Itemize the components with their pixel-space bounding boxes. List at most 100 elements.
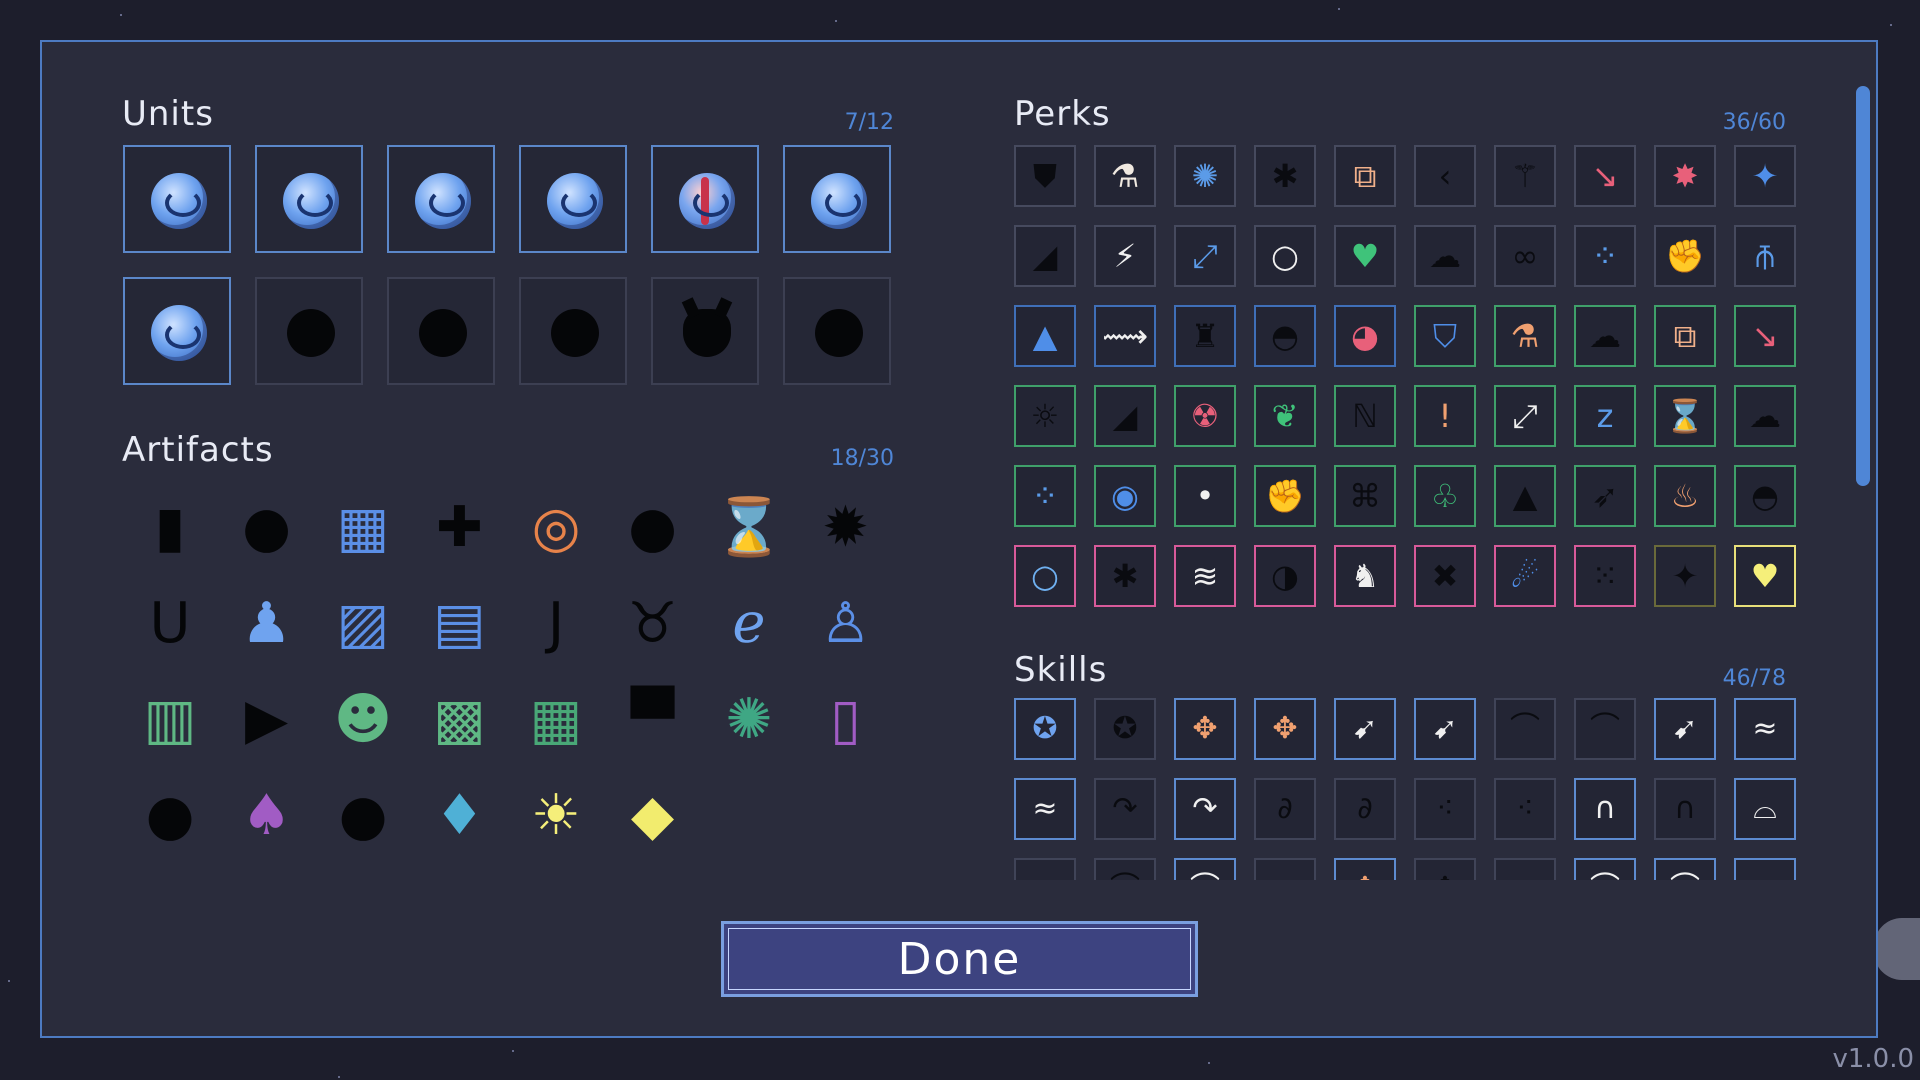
done-button[interactable]: Done [721,921,1198,997]
artifact-slot[interactable]: ♙ [806,584,886,664]
unit-slot[interactable] [519,145,627,253]
perk-slot[interactable]: ⌛ [1654,385,1716,447]
skill-slot[interactable] [1494,858,1556,880]
perk-slot[interactable]: ⛊ [1014,145,1076,207]
artifact-slot[interactable]: ▤ [420,584,500,664]
artifact-slot[interactable]: ⌛ [709,488,789,568]
perk-slot[interactable]: ✱ [1254,145,1316,207]
perk-slot[interactable]: ⤢ [1494,385,1556,447]
perk-slot[interactable]: ✦ [1734,145,1796,207]
perk-slot[interactable]: ⧉ [1334,145,1396,207]
perk-slot[interactable]: ☁ [1414,225,1476,287]
perk-slot[interactable]: ♨ [1654,465,1716,527]
unit-slot[interactable] [123,145,231,253]
perk-slot[interactable]: ♧ [1414,465,1476,527]
unit-slot[interactable] [387,277,495,385]
perk-slot[interactable]: ➶ [1574,465,1636,527]
skill-slot[interactable] [1014,858,1076,880]
perk-slot[interactable]: ↘ [1734,305,1796,367]
skill-slot[interactable]: ✪ [1094,698,1156,760]
unit-slot[interactable] [123,277,231,385]
skill-slot[interactable]: ↷ [1174,778,1236,840]
perk-slot[interactable]: ⤢ [1174,225,1236,287]
perk-slot[interactable]: ✖ [1414,545,1476,607]
perk-slot[interactable]: ◓ [1734,465,1796,527]
perk-slot[interactable]: ♥ [1734,545,1796,607]
skill-slot[interactable]: ⌒ [1174,858,1236,880]
skill-slot[interactable]: ➹ [1654,698,1716,760]
skill-slot[interactable]: ≈ [1734,698,1796,760]
perk-slot[interactable]: ♥ [1334,225,1396,287]
artifact-slot[interactable]: ☀ [516,776,596,856]
perk-slot[interactable]: ❦ [1254,385,1316,447]
skill-slot[interactable]: ⌒ [1574,698,1636,760]
skill-slot[interactable]: ⌒ [1494,698,1556,760]
artifact-slot[interactable]: ▩ [420,680,500,760]
artifact-slot[interactable]: ▦ [516,680,596,760]
perk-slot[interactable]: ✺ [1174,145,1236,207]
perk-slot[interactable]: ◢ [1014,225,1076,287]
perk-slot[interactable]: ○ [1254,225,1316,287]
perk-slot[interactable]: ⫚ [1734,225,1796,287]
unit-slot[interactable] [387,145,495,253]
skill-slot[interactable]: ✥ [1174,698,1236,760]
unit-slot[interactable] [651,277,759,385]
perk-slot[interactable]: ◉ [1094,465,1156,527]
skill-slot[interactable]: ✥ [1414,858,1476,880]
skill-slot[interactable]: ∩ [1574,778,1636,840]
artifact-slot[interactable]: ℯ [709,584,789,664]
perk-slot[interactable]: ▲ [1014,305,1076,367]
artifact-slot[interactable]: ● [227,488,307,568]
perk-slot[interactable]: ♜ [1174,305,1236,367]
artifact-slot[interactable]: ● [613,488,693,568]
artifact-slot[interactable]: ◎ [516,488,596,568]
unit-slot[interactable] [783,145,891,253]
perk-slot[interactable]: ⟿ [1094,305,1156,367]
perk-slot[interactable]: ⚚ [1494,145,1556,207]
skill-slot[interactable]: ✪ [1014,698,1076,760]
perk-slot[interactable]: ‹ [1414,145,1476,207]
perk-slot[interactable]: ♞ [1334,545,1396,607]
perk-slot[interactable]: • [1174,465,1236,527]
skill-slot[interactable]: ⌒ [1094,858,1156,880]
perk-slot[interactable]: ⚡ [1094,225,1156,287]
skill-slot[interactable]: ⌒ [1574,858,1636,880]
perk-slot[interactable]: ◕ [1334,305,1396,367]
artifact-slot[interactable]: J [516,584,596,664]
artifact-slot[interactable]: ✹ [806,488,886,568]
skill-slot[interactable] [1254,858,1316,880]
perk-slot[interactable]: ⛉ [1414,305,1476,367]
skill-slot[interactable]: ➹ [1334,698,1396,760]
skill-slot[interactable]: ↷ [1094,778,1156,840]
skill-slot[interactable]: › [1734,858,1796,880]
artifact-slot[interactable]: ▦ [323,488,403,568]
perk-slot[interactable]: ○ [1014,545,1076,607]
skill-slot[interactable]: ➹ [1414,698,1476,760]
unit-slot[interactable] [255,145,363,253]
perk-slot[interactable]: ⧉ [1654,305,1716,367]
perk-slot[interactable]: ✦ [1654,545,1716,607]
perk-slot[interactable]: ☁ [1734,385,1796,447]
skill-slot[interactable]: ∂ [1254,778,1316,840]
perk-slot[interactable]: ! [1414,385,1476,447]
perk-slot[interactable]: ∞ [1494,225,1556,287]
perk-slot[interactable]: z [1574,385,1636,447]
skill-slot[interactable]: ✥ [1334,858,1396,880]
perk-slot[interactable]: ✱ [1094,545,1156,607]
artifact-slot[interactable]: ♟ [227,584,307,664]
perk-slot[interactable]: ⌘ [1334,465,1396,527]
artifact-slot[interactable]: ▥ [130,680,210,760]
unit-slot[interactable] [783,277,891,385]
artifact-slot[interactable]: ◆ [613,776,693,856]
perk-slot[interactable]: ⁘ [1014,465,1076,527]
skill-slot[interactable]: ∩ [1654,778,1716,840]
skill-slot[interactable]: ✥ [1254,698,1316,760]
skill-slot[interactable]: ⁖ [1494,778,1556,840]
artifact-slot[interactable]: U [130,584,210,664]
artifact-slot[interactable]: ✚ [420,488,500,568]
artifact-slot[interactable]: ✺ [709,680,789,760]
skill-slot[interactable]: ⁖ [1414,778,1476,840]
perk-slot[interactable]: ✊ [1254,465,1316,527]
perk-slot[interactable]: ◢ [1094,385,1156,447]
skill-slot[interactable]: ⌓ [1734,778,1796,840]
